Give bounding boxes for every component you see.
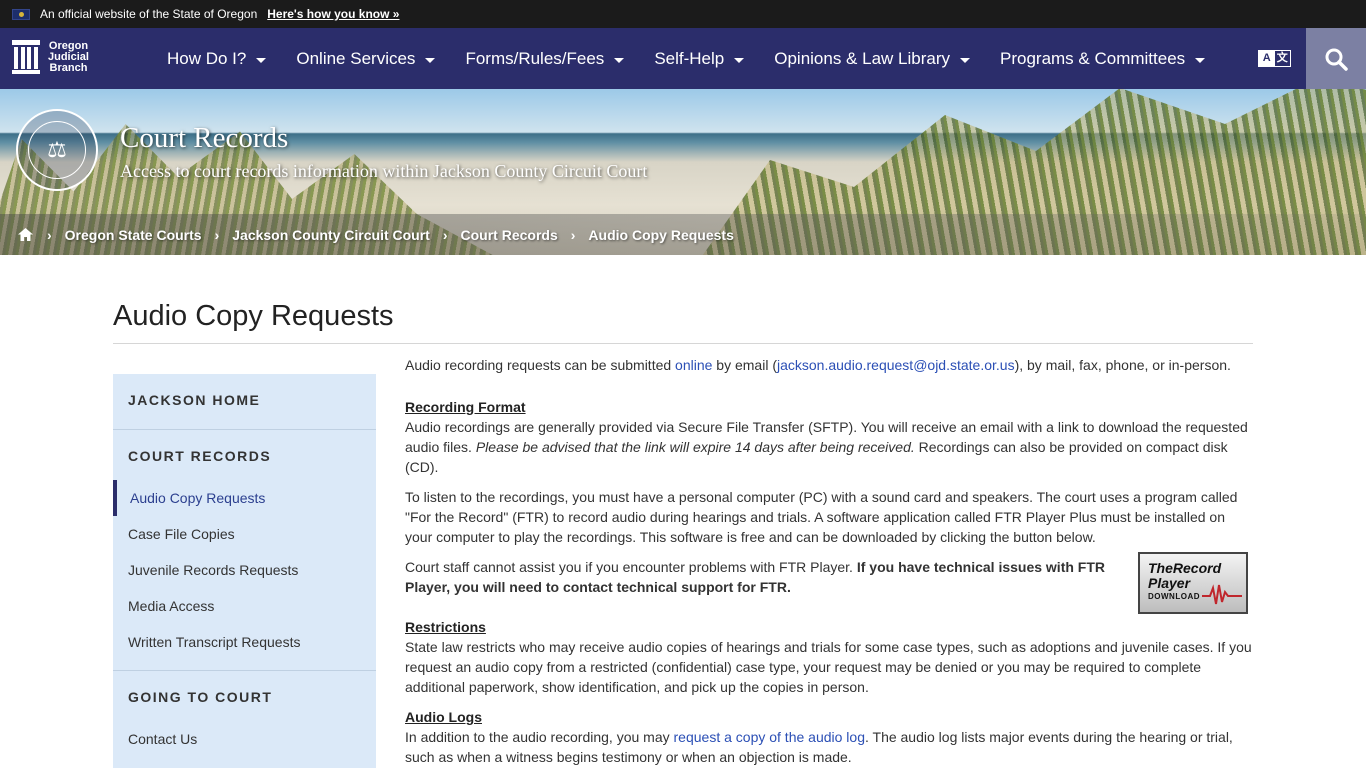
page-title: Audio Copy Requests: [113, 300, 394, 332]
online-request-link[interactable]: online: [675, 357, 712, 373]
chevron-right-icon: ›: [214, 226, 220, 243]
home-icon[interactable]: [17, 227, 34, 242]
sidebar-item-contact-us[interactable]: Contact Us: [128, 731, 197, 747]
nav-programs-committees[interactable]: Programs & Committees: [1000, 49, 1206, 69]
recording-format-paragraph: Audio recordings are generally provided …: [405, 419, 1248, 475]
sidebar-item-case-file-copies[interactable]: Case File Copies: [128, 526, 235, 542]
nav-self-help[interactable]: Self-Help: [654, 49, 745, 69]
chevron-down-icon: [425, 57, 436, 63]
title-divider: [113, 343, 1253, 344]
chevron-right-icon: ›: [442, 226, 448, 243]
nav-online-services[interactable]: Online Services: [296, 49, 436, 69]
official-banner-text: An official website of the State of Oreg…: [40, 7, 258, 21]
ftr-player-download-button[interactable]: TheRecord Player DOWNLOAD: [1138, 552, 1248, 614]
audio-logs-heading: Audio Logs: [405, 709, 482, 725]
judicial-department-seal: ⚖: [16, 109, 98, 191]
sidebar-heading-jackson-home[interactable]: JACKSON HOME: [128, 392, 260, 408]
translate-icon: A: [1259, 51, 1275, 66]
chevron-down-icon: [960, 57, 970, 63]
scales-of-justice-icon: ⚖: [28, 121, 86, 179]
breadcrumb-jackson-county-circuit-court[interactable]: Jackson County Circuit Court: [232, 227, 430, 243]
sidebar-divider: [113, 670, 376, 671]
translate-button[interactable]: A 文: [1258, 50, 1291, 67]
hero-banner: ⚖ Court Records Access to court records …: [0, 89, 1366, 255]
chevron-down-icon: [734, 57, 745, 63]
hero-subtitle: Access to court records information with…: [120, 161, 648, 181]
ftr-support-paragraph: Court staff cannot assist you if you enc…: [405, 559, 1106, 595]
active-indicator: [113, 480, 117, 516]
nav-menu: How Do I? Online Services Forms/Rules/Fe…: [167, 28, 1235, 89]
oregon-flag-icon: [12, 8, 30, 20]
chevron-right-icon: ›: [570, 226, 576, 243]
email-link[interactable]: jackson.audio.request@ojd.state.or.us: [777, 357, 1015, 373]
how-you-know-link[interactable]: Here's how you know »: [267, 7, 399, 21]
ftr-section: Court staff cannot assist you if you enc…: [405, 552, 1253, 614]
audio-logs-paragraph: In addition to the audio recording, you …: [405, 729, 1233, 765]
search-icon: [1325, 48, 1348, 71]
sidebar-divider: [113, 429, 376, 430]
chevron-down-icon: [614, 57, 625, 63]
hero-title: Court Records: [120, 122, 289, 154]
search-button[interactable]: [1306, 28, 1366, 89]
restrictions-heading: Restrictions: [405, 619, 486, 635]
sidebar-heading-going-to-court[interactable]: GOING TO COURT: [128, 689, 272, 705]
official-banner: An official website of the State of Oreg…: [0, 0, 1366, 28]
sidebar-item-media-access[interactable]: Media Access: [128, 598, 214, 614]
intro-paragraph: Audio recording requests can be submitte…: [405, 357, 1231, 373]
chevron-down-icon: [256, 57, 267, 63]
breadcrumb-oregon-state-courts[interactable]: Oregon State Courts: [65, 227, 202, 243]
sidebar-heading-court-records[interactable]: COURT RECORDS: [128, 448, 271, 464]
ojd-logo[interactable]: Oregon Judicial Branch: [12, 40, 89, 74]
waveform-icon: [1202, 584, 1242, 605]
breadcrumb-current-page: Audio Copy Requests: [588, 226, 734, 243]
nav-opinions-law-library[interactable]: Opinions & Law Library: [774, 49, 970, 69]
main-nav: Oregon Judicial Branch How Do I? Online …: [0, 28, 1366, 89]
logo-text: Oregon Judicial Branch: [48, 39, 89, 74]
courthouse-pillars-icon: [12, 40, 40, 74]
breadcrumb: › Oregon State Courts › Jackson County C…: [0, 214, 1366, 255]
sidebar-item-juvenile-records-requests[interactable]: Juvenile Records Requests: [128, 562, 298, 578]
chevron-down-icon: [1195, 57, 1206, 63]
sidebar-item-audio-copy-requests[interactable]: Audio Copy Requests: [130, 490, 265, 506]
nav-how-do-i[interactable]: How Do I?: [167, 49, 267, 69]
breadcrumb-court-records[interactable]: Court Records: [461, 227, 558, 243]
main-content: Audio recording requests can be submitte…: [405, 355, 1253, 777]
recording-format-heading: Recording Format: [405, 399, 526, 415]
sidebar-item-written-transcript-requests[interactable]: Written Transcript Requests: [128, 634, 300, 650]
sidebar-nav: JACKSON HOME COURT RECORDS Audio Copy Re…: [113, 374, 376, 768]
restrictions-paragraph: State law restricts who may receive audi…: [405, 639, 1252, 695]
nav-forms-rules-fees[interactable]: Forms/Rules/Fees: [465, 49, 625, 69]
audio-log-request-link[interactable]: request a copy of the audio log: [674, 729, 865, 745]
chevron-right-icon: ›: [47, 226, 52, 243]
listen-paragraph: To listen to the recordings, you must ha…: [405, 489, 1238, 545]
